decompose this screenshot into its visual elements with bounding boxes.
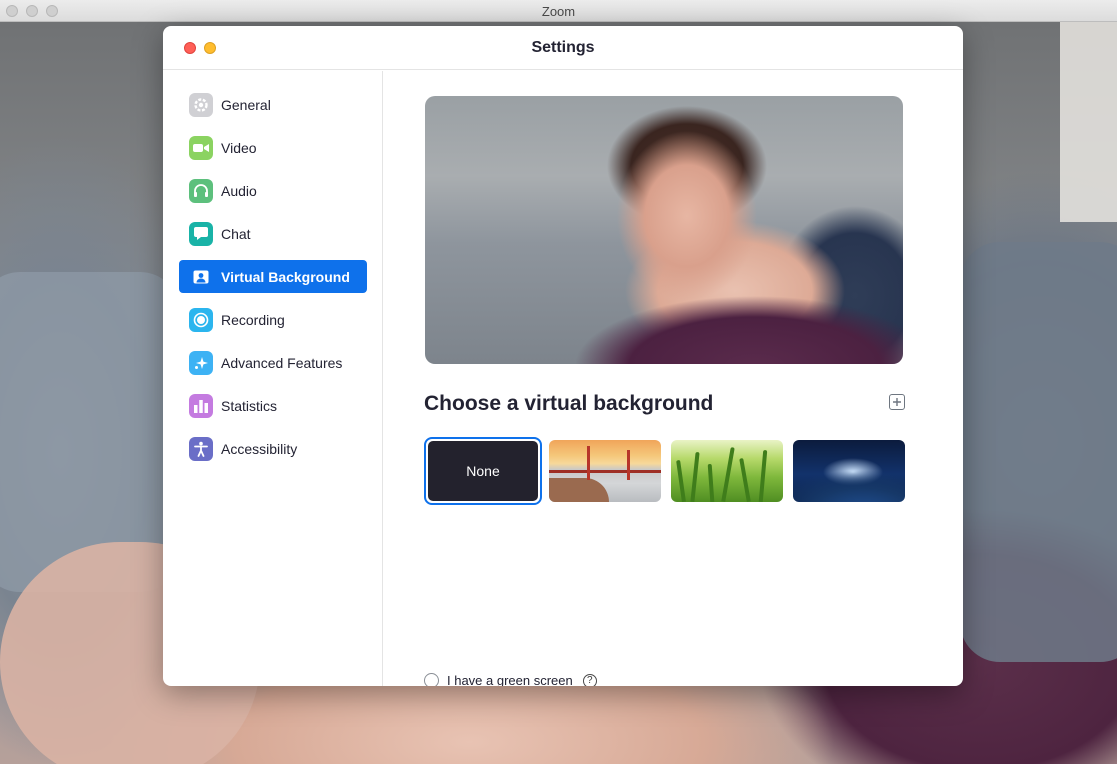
record-icon	[189, 307, 213, 332]
sidebar-item-advanced-features[interactable]: Advanced Features	[179, 346, 367, 379]
sidebar-item-video[interactable]: Video	[179, 131, 367, 164]
sidebar-item-general[interactable]: General	[179, 88, 367, 121]
background-option-grass[interactable]	[671, 440, 783, 502]
video-preview	[425, 96, 903, 364]
sidebar-item-statistics[interactable]: Statistics	[179, 389, 367, 422]
settings-title: Settings	[531, 39, 595, 56]
sidebar-item-label: Accessibility	[221, 440, 298, 457]
app-title: Zoom	[541, 4, 576, 19]
green-screen-checkbox[interactable]	[424, 673, 439, 686]
sidebar-item-chat[interactable]: Chat	[179, 217, 367, 250]
virtual-background-icon	[189, 265, 213, 289]
settings-sidebar: General Video Audio Chat Virtual Backgro…	[163, 71, 383, 686]
sidebar-item-virtual-background[interactable]: Virtual Background	[179, 260, 367, 293]
green-screen-option: I have a green screen ?	[424, 673, 597, 686]
help-icon[interactable]: ?	[582, 673, 597, 686]
green-screen-label[interactable]: I have a green screen	[447, 673, 573, 686]
chat-bubble-icon	[189, 221, 213, 246]
virtual-background-panel: Choose a virtual background None I have …	[384, 71, 963, 686]
background-option-golden-gate[interactable]	[549, 440, 661, 502]
plus-square-icon[interactable]	[889, 394, 905, 410]
bar-chart-icon	[189, 393, 213, 418]
background-thumbnails: None	[424, 437, 909, 505]
section-heading: Choose a virtual background	[424, 392, 714, 415]
gear-icon	[189, 92, 213, 117]
sidebar-item-recording[interactable]: Recording	[179, 303, 367, 336]
sidebar-item-label: Advanced Features	[221, 354, 343, 371]
settings-dialog: Settings General Video Audio Chat Virtua…	[163, 26, 963, 686]
sidebar-item-label: General	[221, 96, 271, 113]
app-titlebar: Zoom	[0, 0, 1117, 22]
sparkle-icon	[189, 350, 213, 375]
sidebar-item-audio[interactable]: Audio	[179, 174, 367, 207]
sidebar-item-label: Video	[221, 139, 257, 156]
sidebar-item-label: Recording	[221, 311, 285, 328]
video-camera-icon	[189, 135, 213, 160]
headphones-icon	[189, 178, 213, 203]
accessibility-icon	[189, 436, 213, 461]
background-option-label: None	[428, 441, 538, 501]
settings-titlebar: Settings	[163, 26, 963, 70]
background-option-none[interactable]: None	[424, 437, 542, 505]
sidebar-item-label: Virtual Background	[221, 268, 350, 285]
sidebar-item-label: Chat	[221, 225, 251, 242]
sidebar-item-label: Audio	[221, 182, 257, 199]
background-option-earth[interactable]	[793, 440, 905, 502]
sidebar-item-accessibility[interactable]: Accessibility	[179, 432, 367, 465]
sidebar-item-label: Statistics	[221, 397, 278, 414]
